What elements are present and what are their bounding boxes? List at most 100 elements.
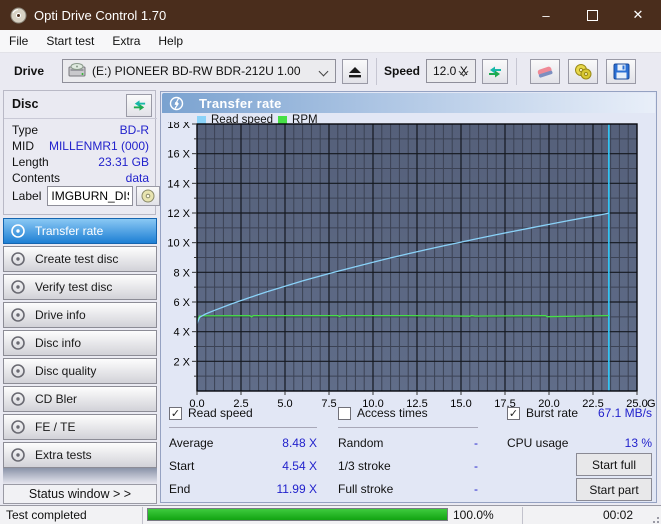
sidebar-item-extra-tests[interactable]: Extra tests [3,442,157,468]
disc-label-row: Label [12,186,161,206]
drive-select-value: (E:) PIONEER BD-RW BDR-212U 1.00 [92,64,301,78]
save-button[interactable] [606,59,636,84]
maximize-button[interactable] [569,0,615,30]
window-title: Opti Drive Control 1.70 [34,7,167,23]
menu-extra[interactable]: Extra [103,30,149,52]
disc-panel-title: Disc [12,97,39,111]
sidebar: Transfer rate Create test disc Verify test… [3,218,157,470]
sidebar-item-transfer-rate[interactable]: Transfer rate [3,218,157,244]
statusbar: Test completed 100.0% 00:02 [0,505,661,524]
svg-text:6 X: 6 X [173,297,190,309]
divider [169,427,317,428]
cd-icon [10,223,26,239]
disc-label-button[interactable] [136,186,161,206]
sidebar-filler [3,468,157,484]
access-times-checkbox[interactable] [338,406,351,420]
start-full-button[interactable]: Start full [576,453,652,476]
result-row-third-stroke: 1/3 stroke - [338,459,478,473]
svg-text:4 X: 4 X [173,327,190,339]
cd-icon [10,251,26,267]
sidebar-item-cd-bler[interactable]: CD Bler [3,386,157,412]
minimize-button[interactable]: – [523,0,569,30]
progress-percent: 100.0% [453,508,494,522]
cd-icon [141,189,155,203]
cd-icon [10,279,26,295]
drive-label: Drive [14,64,45,78]
burst-rate-value: 67.1 MB/s [597,406,652,420]
toolbar: Drive (E:) PIONEER BD-RW BDR-212U 1.00 S… [0,53,661,90]
disc-row-contents: Contents data [12,171,149,185]
app-window: Opti Drive Control 1.70 – ✕ File Start t… [0,0,661,524]
divider [4,118,157,119]
cd-icon [10,335,26,351]
access-times-results: Access times Random - 1/3 stroke - Full st… [338,405,478,496]
sidebar-item-disc-info[interactable]: Disc info [3,330,157,356]
svg-text:10 X: 10 X [167,238,190,250]
disc-row-mid: MID MILLENMR1 (000) [12,139,149,153]
access-times-title: Access times [357,406,428,420]
svg-text:7.5: 7.5 [321,398,336,408]
svg-text:8 X: 8 X [173,267,190,279]
drive-select[interactable]: (E:) PIONEER BD-RW BDR-212U 1.00 [62,59,336,83]
titlebar: Opti Drive Control 1.70 – ✕ [0,0,661,30]
cd-icon [10,363,26,379]
start-part-button[interactable]: Start part [576,478,652,501]
chart-header: Transfer rate [162,93,655,113]
disc-refresh-button[interactable] [126,94,152,117]
divider [338,427,478,428]
sidebar-item-verify-test-disc[interactable]: Verify test disc [3,274,157,300]
sidebar-item-fe-te[interactable]: FE / TE [3,414,157,440]
disc-panel: Disc Type BD-R MID MILLENMR1 (000) Length 2… [3,90,161,215]
transfer-rate-chart: 2 X4 X6 X8 X10 X12 X14 X16 X18 X0.0 2.5 5.… [167,122,656,408]
disc-label-caption: Label [12,189,42,203]
cd-icon [10,447,26,463]
burst-rate-title: Burst rate [526,406,579,420]
cd-icon [10,391,26,407]
progress-bar [147,508,448,521]
cd-icon [10,419,26,435]
read-speed-checkbox[interactable] [169,406,182,420]
refresh-icon [133,100,145,111]
sidebar-item-drive-info[interactable]: Drive info [3,302,157,328]
result-row-end: End 11.99 X [169,482,317,496]
menu-start-test[interactable]: Start test [37,30,103,52]
svg-text:16 X: 16 X [167,149,190,161]
close-button[interactable]: ✕ [615,0,661,30]
status-window-button[interactable]: Status window > > [3,484,157,504]
disc-label-input[interactable] [47,186,134,206]
transfer-rate-icon [169,96,184,111]
result-row-cpu: CPU usage 13 % [507,436,652,450]
sidebar-item-create-test-disc[interactable]: Create test disc [3,246,157,272]
save-floppy-icon [613,63,629,80]
result-row-average: Average 8.48 X [169,436,317,450]
chevron-down-icon [318,66,329,77]
result-row-random: Random - [338,436,478,450]
refresh-speeds-button[interactable] [482,59,508,84]
cd-icon [10,307,26,323]
erase-disc-button[interactable] [530,59,560,84]
speed-select[interactable]: 12.0 X [426,59,476,83]
sidebar-item-disc-quality[interactable]: Disc quality [3,358,157,384]
svg-text:14 X: 14 X [167,178,190,190]
menubar: File Start test Extra Help [0,30,661,53]
result-row-full-stroke: Full stroke - [338,482,478,496]
eject-button[interactable] [342,59,368,84]
read-speed-title: Read speed [188,406,253,420]
disc-row-length: Length 23.31 GB [12,155,149,169]
resize-grip[interactable] [649,513,659,523]
disc-row-type: Type BD-R [12,123,149,137]
divider [522,507,523,524]
menu-help[interactable]: Help [149,30,192,52]
read-speed-results: Read speed Average8.48 X Start4.54 X End… [169,405,317,496]
eraser-icon [537,66,553,78]
burst-rate-checkbox[interactable] [507,406,520,420]
toolbar-separator-1 [376,58,377,85]
app-icon [10,7,27,24]
maximize-icon [586,9,598,21]
window-controls: – ✕ [523,0,661,30]
test-discs-button[interactable] [568,59,598,84]
status-text: Test completed [6,508,87,522]
svg-text:2 X: 2 X [173,356,190,368]
close-icon: ✕ [632,7,644,22]
menu-file[interactable]: File [0,30,37,52]
